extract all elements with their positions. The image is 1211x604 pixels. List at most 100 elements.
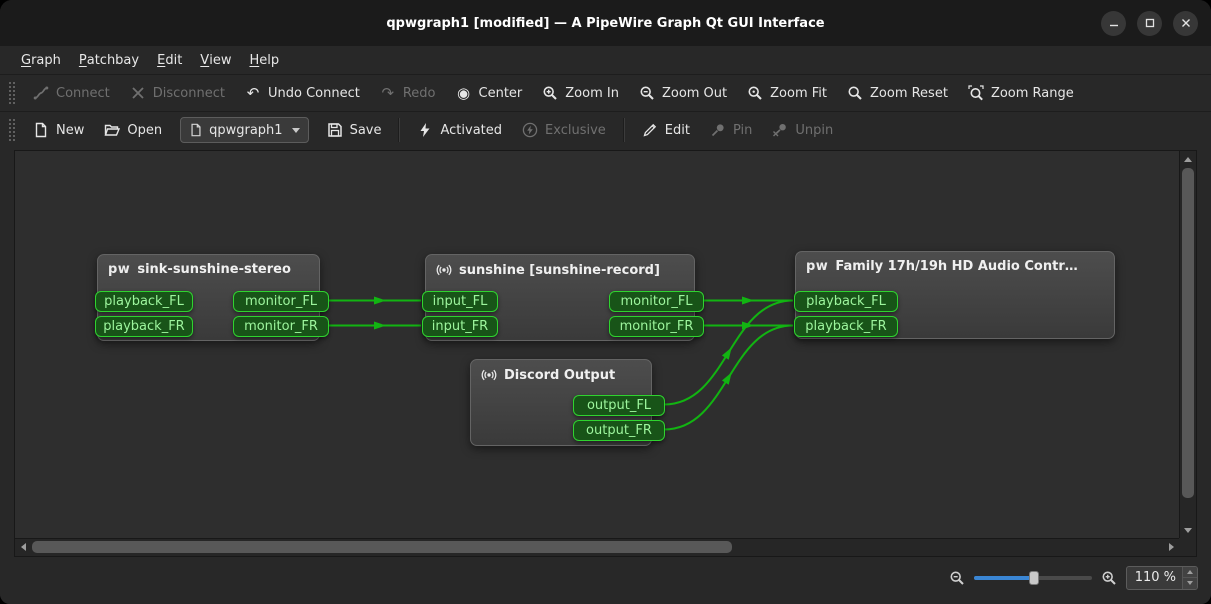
menu-edit[interactable]: Edit xyxy=(148,46,191,74)
menu-label: iew xyxy=(209,53,231,68)
unpin-button[interactable]: Unpin xyxy=(763,118,842,142)
spin-down-button[interactable] xyxy=(1183,577,1197,589)
button-label: Center xyxy=(479,86,523,101)
zoom-range-icon xyxy=(968,85,984,101)
node-header: pw Family 17h/19h HD Audio Contr… xyxy=(796,252,1114,274)
slider-fill xyxy=(974,576,1032,580)
zoom-fit-button[interactable]: Zoom Fit xyxy=(738,81,836,105)
menu-help[interactable]: Help xyxy=(240,46,288,74)
toolbar-handle[interactable] xyxy=(9,119,15,141)
zoom-slider[interactable] xyxy=(974,570,1092,586)
spin-up-button[interactable] xyxy=(1183,567,1197,578)
menu-view[interactable]: View xyxy=(191,46,240,74)
toolbar-handle[interactable] xyxy=(9,82,15,104)
minimize-icon xyxy=(1108,17,1120,29)
exclusive-button[interactable]: Exclusive xyxy=(513,118,615,142)
node-family-hd-audio[interactable]: pw Family 17h/19h HD Audio Contr… playba… xyxy=(795,251,1115,339)
port-output-fr[interactable]: output_FR xyxy=(573,420,665,441)
zoom-value[interactable]: 110 % xyxy=(1127,567,1182,589)
port-playback-fl[interactable]: playback_FL xyxy=(794,291,898,312)
center-button[interactable]: ◉ Center xyxy=(447,81,532,105)
scroll-up-button[interactable] xyxy=(1180,151,1196,167)
port-output-fl[interactable]: output_FL xyxy=(573,395,665,416)
slider-handle[interactable] xyxy=(1029,571,1039,585)
connect-button[interactable]: Connect xyxy=(24,81,119,105)
menu-label: E xyxy=(157,53,165,68)
canvas-area: pw sink-sunshine-stereo playback_FL play… xyxy=(0,148,1211,557)
spin-buttons xyxy=(1182,567,1197,589)
button-label: Zoom In xyxy=(565,86,619,101)
zoom-in-button[interactable]: Zoom In xyxy=(533,81,628,105)
minimize-button[interactable] xyxy=(1101,11,1126,36)
maximize-button[interactable] xyxy=(1137,11,1162,36)
zoom-in-icon[interactable] xyxy=(1101,570,1117,586)
connections-layer xyxy=(15,151,1179,538)
menu-patchbay[interactable]: Patchbay xyxy=(70,46,148,74)
port-label: playback_FR xyxy=(103,319,184,334)
button-label: Activated xyxy=(440,123,502,138)
undo-icon: ↶ xyxy=(245,85,261,101)
undo-connect-button[interactable]: ↶ Undo Connect xyxy=(236,81,369,105)
new-button[interactable]: New xyxy=(24,118,93,142)
statusbar: 110 % xyxy=(0,557,1211,604)
button-label: Unpin xyxy=(795,123,833,138)
scroll-left-button[interactable] xyxy=(15,539,31,555)
port-label: playback_FL xyxy=(806,294,886,309)
port-monitor-fl[interactable]: monitor_FL xyxy=(233,291,329,312)
button-label: Save xyxy=(350,123,382,138)
menu-label: H xyxy=(249,53,259,68)
zoom-out-icon[interactable] xyxy=(949,570,965,586)
node-header: pw sink-sunshine-stereo xyxy=(98,255,319,277)
port-monitor-fr[interactable]: monitor_FR xyxy=(233,316,329,337)
pin-icon xyxy=(710,122,726,138)
menu-label: P xyxy=(79,53,87,68)
port-playback-fl[interactable]: playback_FL xyxy=(95,291,193,312)
activated-button[interactable]: Activated xyxy=(408,118,511,142)
menu-graph[interactable]: Graph xyxy=(12,46,70,74)
scroll-down-button[interactable] xyxy=(1180,522,1196,538)
zoom-spinbox[interactable]: 110 % xyxy=(1126,566,1198,590)
graph-canvas[interactable]: pw sink-sunshine-stereo playback_FL play… xyxy=(15,151,1179,538)
menu-label: dit xyxy=(165,53,182,68)
zoom-out-icon xyxy=(639,85,655,101)
redo-button[interactable]: ↷ Redo xyxy=(371,81,445,105)
port-monitor-fl[interactable]: monitor_FL xyxy=(609,291,704,312)
open-button[interactable]: Open xyxy=(95,118,171,142)
port-playback-fr[interactable]: playback_FR xyxy=(95,316,193,337)
toolbar-separator xyxy=(398,118,400,142)
scroll-right-button[interactable] xyxy=(1163,539,1179,555)
port-label: monitor_FL xyxy=(620,294,692,309)
menu-label: G xyxy=(21,53,31,68)
port-input-fr[interactable]: input_FR xyxy=(422,316,498,337)
close-icon xyxy=(1180,17,1192,29)
chevron-down-icon xyxy=(292,128,300,133)
close-button[interactable] xyxy=(1173,11,1198,36)
vertical-scroll-handle[interactable] xyxy=(1182,168,1194,498)
node-discord-output[interactable]: Discord Output output_FL output_FR xyxy=(470,359,652,446)
button-label: Pin xyxy=(733,123,752,138)
save-button[interactable]: Save xyxy=(318,118,391,142)
center-icon: ◉ xyxy=(456,85,472,101)
horizontal-scrollbar[interactable] xyxy=(15,538,1179,556)
arrow-right-icon xyxy=(1169,543,1174,551)
vertical-scrollbar[interactable] xyxy=(1179,151,1196,538)
button-label: Zoom Out xyxy=(662,86,727,101)
zoom-range-button[interactable]: Zoom Range xyxy=(959,81,1083,105)
toolbar-separator xyxy=(623,118,625,142)
port-label: monitor_FR xyxy=(620,319,694,334)
port-playback-fr[interactable]: playback_FR xyxy=(794,316,898,337)
disconnect-button[interactable]: Disconnect xyxy=(121,81,234,105)
edit-button[interactable]: Edit xyxy=(633,118,699,142)
horizontal-scroll-handle[interactable] xyxy=(32,541,732,553)
port-input-fl[interactable]: input_FL xyxy=(422,291,498,312)
node-sink-sunshine-stereo[interactable]: pw sink-sunshine-stereo playback_FL play… xyxy=(97,254,320,341)
patchbay-file-combo[interactable]: qpwgraph1 xyxy=(180,117,308,143)
arrow-up-icon xyxy=(1187,570,1193,574)
zoom-reset-button[interactable]: Zoom Reset xyxy=(838,81,957,105)
zoom-out-button[interactable]: Zoom Out xyxy=(630,81,736,105)
node-sunshine[interactable]: sunshine [sunshine-record] input_FL inpu… xyxy=(425,254,695,341)
pin-button[interactable]: Pin xyxy=(701,118,761,142)
port-label: playback_FL xyxy=(104,294,184,309)
button-label: Zoom Reset xyxy=(870,86,948,101)
port-monitor-fr[interactable]: monitor_FR xyxy=(609,316,704,337)
